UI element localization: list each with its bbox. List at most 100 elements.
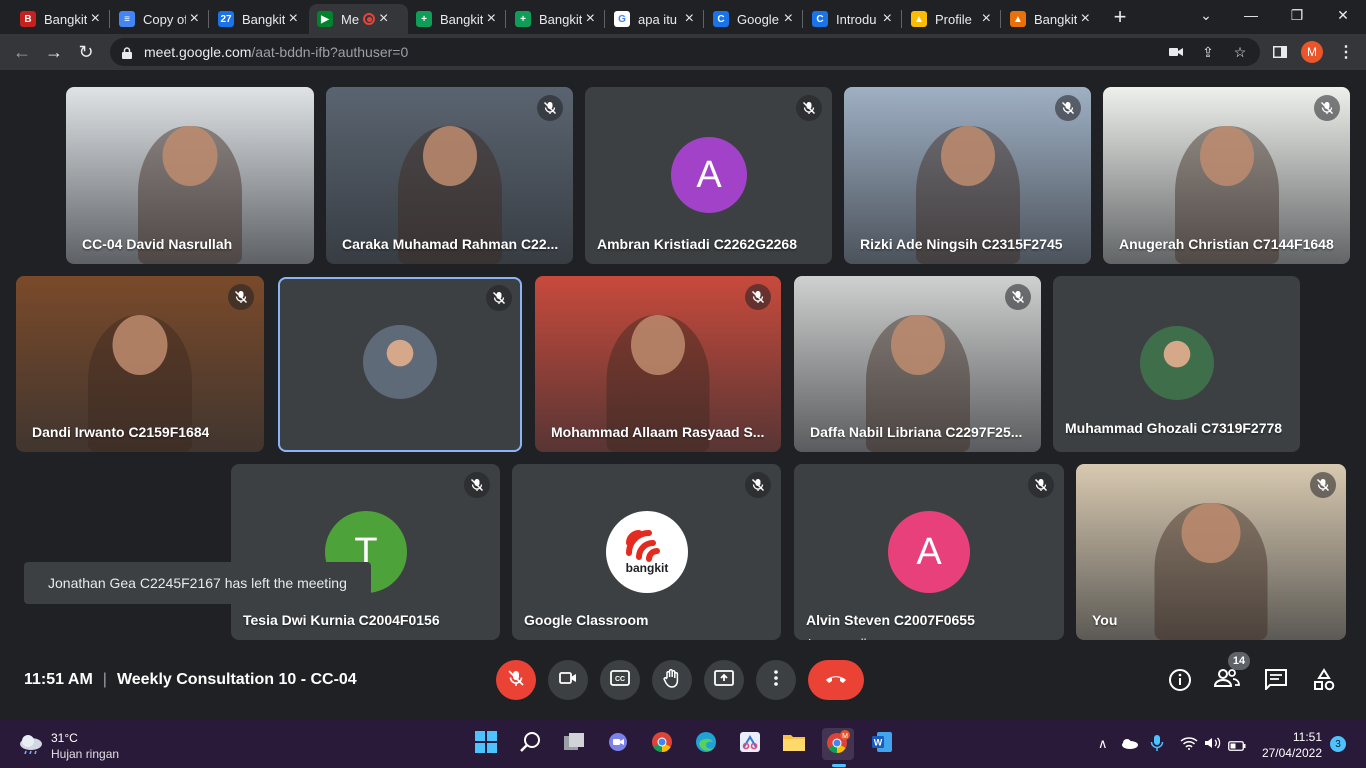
- restore-button[interactable]: ❐: [1274, 0, 1320, 30]
- leave-call-button[interactable]: [808, 660, 864, 700]
- participant-tile[interactable]: Dandi Irwanto C2159F1684: [16, 276, 264, 452]
- share-icon[interactable]: ⇪: [1198, 42, 1218, 62]
- close-tab-icon[interactable]: ×: [883, 10, 892, 28]
- chat-button[interactable]: [1264, 668, 1288, 692]
- close-tab-icon[interactable]: ×: [685, 10, 694, 28]
- raise-hand-button[interactable]: [652, 660, 692, 700]
- forward-button[interactable]: →: [42, 40, 66, 64]
- participant-tile[interactable]: CC-04 David Nasrullah: [66, 87, 314, 264]
- task-view-button[interactable]: [558, 728, 590, 760]
- file-explorer-button[interactable]: [778, 728, 810, 760]
- participant-initial-avatar: A: [671, 137, 747, 213]
- browser-tab[interactable]: ▶ Meet ×: [309, 4, 408, 34]
- mic-toggle-button[interactable]: [496, 660, 536, 700]
- close-tab-icon[interactable]: ×: [91, 10, 100, 28]
- close-tab-icon[interactable]: ×: [190, 10, 199, 28]
- people-button[interactable]: [1213, 668, 1242, 692]
- clock-time[interactable]: 11:51: [1260, 729, 1322, 745]
- close-tab-icon[interactable]: ×: [982, 10, 991, 28]
- tab-favicon-icon: +: [416, 11, 432, 27]
- chrome-taskbar-button[interactable]: [646, 728, 678, 760]
- address-bar[interactable]: meet.google.com/aat-bddn-ifb?authuser=0: [110, 38, 1260, 66]
- browser-tab[interactable]: C Introdu ×: [804, 4, 900, 34]
- battery-icon[interactable]: [1228, 738, 1246, 756]
- close-tab-icon[interactable]: ×: [586, 10, 595, 28]
- tab-separator: [604, 10, 605, 28]
- start-button[interactable]: [470, 728, 502, 760]
- teams-chat-button[interactable]: [602, 728, 634, 760]
- participant-tile[interactable]: Mohammad Allaam Rasyaad S...: [535, 276, 781, 452]
- tab-favicon-icon: ≡: [119, 11, 135, 27]
- participant-tile[interactable]: Rizki Ade Ningsih C2315F2745: [844, 87, 1091, 264]
- captions-button[interactable]: CC: [600, 660, 640, 700]
- participant-tile[interactable]: You: [1076, 464, 1346, 640]
- bangkit-logo-text: bangkit: [625, 561, 669, 575]
- notification-count-badge[interactable]: 3: [1330, 736, 1346, 752]
- browser-tab[interactable]: + Bangkit ×: [507, 4, 603, 34]
- participant-tile[interactable]: Anugerah Christian C7144F1648: [1103, 87, 1350, 264]
- present-screen-button[interactable]: [704, 660, 744, 700]
- participant-name: Alvin Steven C2007F0655: [806, 612, 975, 628]
- more-options-button[interactable]: [756, 660, 796, 700]
- participant-name: Caraka Muhamad Rahman C22...: [342, 236, 559, 252]
- tab-title: Copy of: [143, 11, 186, 27]
- browser-tab[interactable]: ▲ Profile ×: [903, 4, 999, 34]
- clock-date[interactable]: 27/04/2022: [1260, 745, 1322, 761]
- close-tab-icon[interactable]: ×: [487, 10, 496, 28]
- browser-tab[interactable]: C Google ×: [705, 4, 801, 34]
- snipping-tool-icon: [739, 731, 761, 758]
- close-tab-icon[interactable]: ×: [289, 10, 298, 28]
- close-tab-icon[interactable]: ×: [1081, 10, 1090, 28]
- word-taskbar-button[interactable]: W: [866, 728, 898, 760]
- weather-cloud-icon[interactable]: [18, 732, 44, 756]
- chrome-active-taskbar-button[interactable]: M: [822, 728, 854, 760]
- tab-title: Bangkit: [539, 11, 582, 27]
- side-panel-icon[interactable]: [1270, 42, 1290, 62]
- browser-tab[interactable]: Gapa itu ×: [606, 4, 702, 34]
- participant-tile[interactable]: A Alvin Steven C2007F0655: [794, 464, 1064, 640]
- edge-taskbar-button[interactable]: [690, 728, 722, 760]
- back-button[interactable]: ←: [10, 40, 34, 64]
- chrome-profile-icon: M: [826, 729, 850, 759]
- teams-chat-icon: [607, 732, 629, 757]
- muted-mic-icon: [537, 95, 563, 121]
- participant-tile[interactable]: A Ambran Kristiadi C2262G2268: [585, 87, 832, 264]
- meeting-details-button[interactable]: [1168, 668, 1192, 692]
- minimize-button[interactable]: —: [1228, 0, 1274, 30]
- hand-icon: [663, 668, 681, 693]
- tab-search-icon[interactable]: ⌄: [1196, 4, 1216, 26]
- browser-menu-icon[interactable]: ⋮: [1338, 42, 1354, 62]
- search-button[interactable]: [514, 728, 546, 760]
- participant-tile[interactable]: [278, 277, 522, 452]
- wifi-icon[interactable]: [1180, 736, 1198, 755]
- show-hidden-icons-button[interactable]: ∧: [1098, 736, 1108, 752]
- close-tab-icon[interactable]: ×: [784, 10, 793, 28]
- browser-tab[interactable]: + Bangkit ×: [408, 4, 504, 34]
- participant-tile[interactable]: bangkit Google Classroom: [512, 464, 781, 640]
- participant-tile[interactable]: Daffa Nabil Libriana C2297F25...: [794, 276, 1041, 452]
- reload-button[interactable]: ↻: [74, 40, 98, 64]
- onedrive-cloud-icon[interactable]: [1120, 736, 1138, 754]
- snipping-tool-button[interactable]: [734, 728, 766, 760]
- participant-tile[interactable]: T Tesia Dwi Kurnia C2004F0156: [231, 464, 500, 640]
- browser-tab[interactable]: 27 Bangkit ×: [210, 4, 306, 34]
- bookmark-star-icon[interactable]: ☆: [1230, 42, 1250, 62]
- people-icon: [1213, 669, 1240, 692]
- activities-button[interactable]: [1312, 668, 1336, 692]
- svg-text:W: W: [874, 737, 883, 747]
- participant-name: Dandi Irwanto C2159F1684: [32, 424, 210, 440]
- close-window-button[interactable]: ✕: [1320, 0, 1366, 30]
- camera-toggle-button[interactable]: [548, 660, 588, 700]
- shapes-icon: [1312, 668, 1336, 696]
- participant-tile[interactable]: Muhammad Ghozali C7319F2778: [1053, 276, 1300, 452]
- volume-icon[interactable]: [1204, 736, 1222, 755]
- profile-avatar[interactable]: M: [1301, 41, 1323, 63]
- microphone-icon[interactable]: [1150, 734, 1164, 757]
- browser-tab[interactable]: ▲ Bangkit ×: [1002, 4, 1098, 34]
- new-tab-button[interactable]: +: [1108, 4, 1132, 30]
- close-tab-icon[interactable]: ×: [379, 10, 388, 28]
- camera-icon[interactable]: [1166, 42, 1186, 62]
- participant-tile[interactable]: Caraka Muhamad Rahman C22...: [326, 87, 573, 264]
- browser-tab[interactable]: B Bangkit ×: [12, 4, 108, 34]
- browser-tab[interactable]: ≡ Copy of ×: [111, 4, 207, 34]
